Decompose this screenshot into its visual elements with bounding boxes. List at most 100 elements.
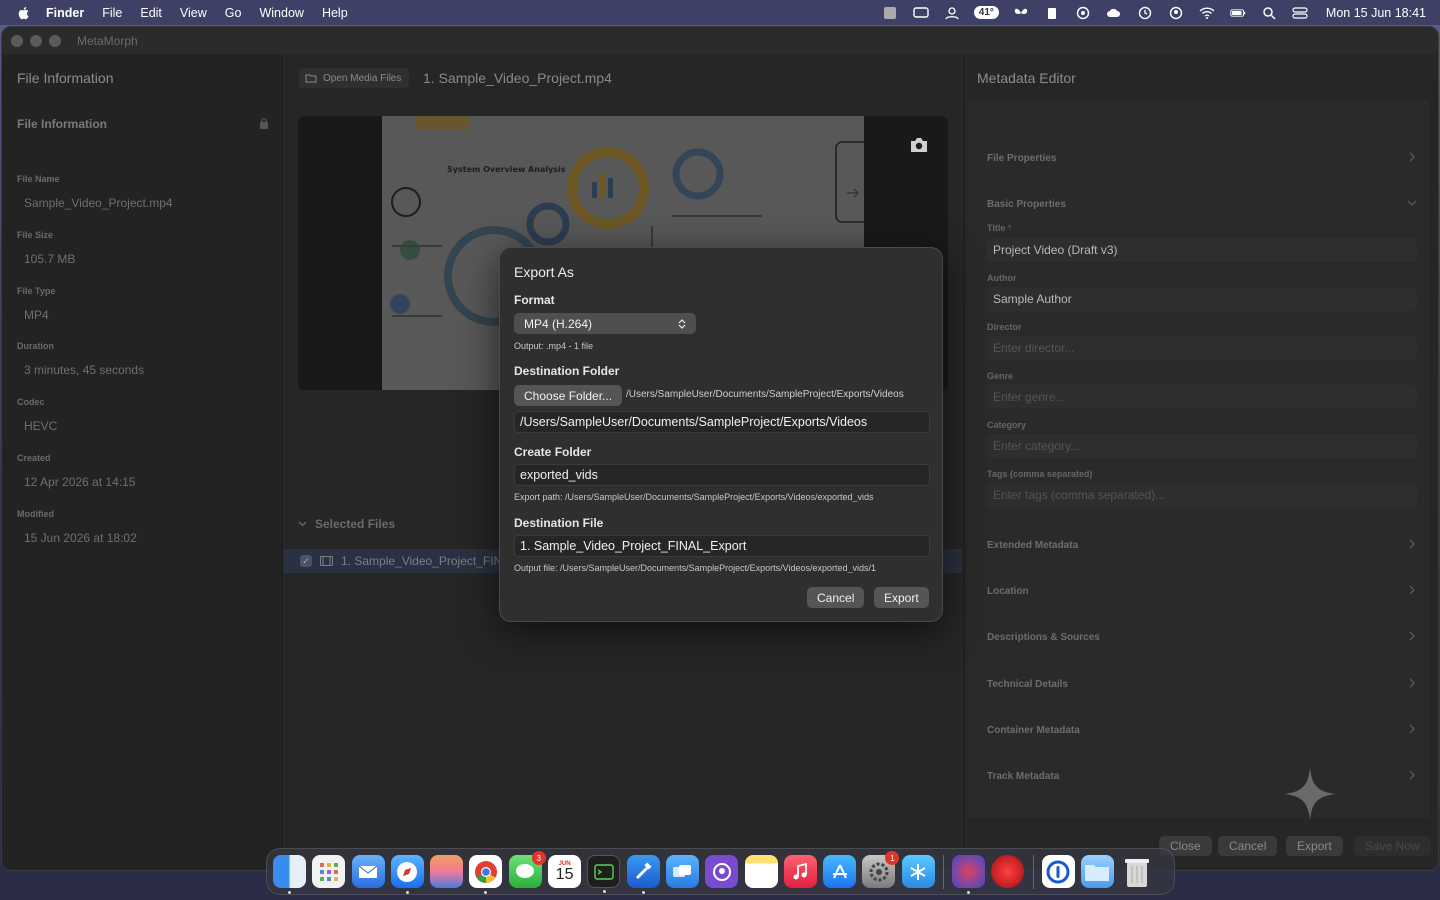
user-switch-icon[interactable] bbox=[943, 6, 961, 20]
cancel-button[interactable]: Cancel bbox=[1218, 836, 1278, 856]
chevron-right-icon bbox=[1409, 539, 1415, 549]
save-now-button[interactable]: Save Now bbox=[1354, 836, 1431, 856]
support-icon[interactable] bbox=[1074, 6, 1092, 20]
section-technical-details[interactable]: Technical Details bbox=[987, 678, 1417, 690]
messages-icon[interactable]: 3 bbox=[508, 851, 546, 888]
dialog-cancel-button[interactable]: Cancel bbox=[807, 587, 865, 608]
chrome-icon[interactable] bbox=[469, 855, 503, 894]
menu-edit[interactable]: Edit bbox=[140, 6, 162, 20]
file-checkbox[interactable]: ✓ bbox=[300, 555, 312, 567]
open-media-button[interactable]: Open Media Files bbox=[299, 68, 410, 88]
battery-icon[interactable] bbox=[1229, 6, 1247, 20]
github-icon[interactable] bbox=[705, 855, 739, 888]
menu-file[interactable]: File bbox=[102, 6, 122, 20]
zoom-window-button[interactable] bbox=[49, 34, 61, 47]
section-label: Basic Properties bbox=[987, 199, 1066, 210]
minimize-window-button[interactable] bbox=[30, 34, 42, 47]
chevron-right-icon bbox=[1409, 770, 1415, 780]
app-store-icon[interactable] bbox=[823, 855, 857, 888]
author-field[interactable]: Sample Author bbox=[987, 287, 1417, 311]
chrome-glyph bbox=[474, 860, 497, 883]
section-file-properties[interactable]: File Properties bbox=[987, 152, 1417, 164]
files-icon[interactable] bbox=[665, 855, 699, 888]
calendar-icon[interactable]: JUN 15 bbox=[548, 855, 582, 888]
testflight-icon[interactable] bbox=[901, 855, 935, 888]
mail-icon[interactable] bbox=[351, 855, 385, 888]
destination-file-field[interactable]: 1. Sample_Video_Project_FINAL_Export bbox=[514, 535, 930, 557]
destination-folder-field[interactable]: /Users/SampleUser/Documents/SampleProjec… bbox=[514, 411, 930, 433]
running-indicator bbox=[603, 890, 607, 893]
menu-view[interactable]: View bbox=[180, 6, 207, 20]
spotlight-icon[interactable] bbox=[1260, 6, 1278, 20]
menu-go[interactable]: Go bbox=[225, 6, 242, 20]
selected-files-header[interactable]: Selected Files bbox=[298, 517, 395, 531]
downloads-folder-icon[interactable] bbox=[1080, 855, 1114, 888]
dialog-export-button[interactable]: Export bbox=[874, 587, 929, 608]
selected-files-label: Selected Files bbox=[315, 517, 396, 531]
finder-icon[interactable] bbox=[273, 855, 306, 894]
trash-icon[interactable] bbox=[1120, 855, 1153, 888]
display-icon[interactable] bbox=[912, 6, 930, 20]
recording-app-icon[interactable] bbox=[991, 855, 1025, 888]
xcode-icon[interactable] bbox=[626, 855, 660, 894]
create-folder-field[interactable]: exported_vids bbox=[514, 464, 930, 486]
speech-bubble-glyph bbox=[516, 863, 535, 878]
apple-icon[interactable] bbox=[16, 5, 32, 21]
system-settings-icon[interactable]: 1 bbox=[862, 851, 900, 888]
trash-glyph bbox=[1124, 858, 1149, 887]
section-track-metadata[interactable]: Track Metadata bbox=[987, 770, 1417, 782]
duration-value: 3 minutes, 45 seconds bbox=[24, 363, 145, 377]
metamorph-icon[interactable] bbox=[952, 855, 986, 894]
window-title: MetaMorph bbox=[77, 33, 138, 48]
clipboard-icon[interactable] bbox=[1043, 6, 1061, 20]
selected-file-name: 1. Sample_Video_Project_FINAL bbox=[341, 554, 517, 568]
tags-field[interactable]: Enter tags (comma separated)... bbox=[987, 483, 1417, 507]
running-indicator bbox=[967, 891, 971, 894]
close-window-button[interactable] bbox=[11, 34, 23, 47]
chevron-down-icon bbox=[1407, 200, 1417, 206]
safari-icon[interactable] bbox=[390, 855, 424, 894]
wifi-icon[interactable] bbox=[1198, 6, 1216, 20]
export-button[interactable]: Export bbox=[1286, 836, 1343, 856]
section-basic-properties[interactable]: Basic Properties bbox=[987, 199, 1417, 210]
menu-clock[interactable]: Mon 15 Jun 18:41 bbox=[1326, 6, 1426, 20]
note-glyph bbox=[793, 862, 808, 879]
format-select[interactable]: MP4 (H.264) bbox=[514, 313, 696, 334]
menu-app-name[interactable]: Finder bbox=[46, 6, 84, 20]
file-size-value: 105.7 MB bbox=[24, 252, 76, 266]
section-location[interactable]: Location bbox=[987, 585, 1417, 597]
launchpad-icon[interactable] bbox=[312, 855, 346, 888]
menu-help[interactable]: Help bbox=[322, 6, 348, 20]
title-field[interactable]: Project Video (Draft v3) bbox=[987, 238, 1417, 262]
music-icon[interactable] bbox=[783, 855, 817, 888]
keyhole-glyph bbox=[1046, 860, 1070, 883]
onepassword-icon[interactable] bbox=[1041, 855, 1075, 888]
account-icon[interactable] bbox=[1167, 6, 1185, 20]
section-container-metadata[interactable]: Container Metadata bbox=[987, 724, 1417, 736]
weather-badge[interactable]: 41° bbox=[973, 6, 999, 19]
choose-folder-button[interactable]: Choose Folder... bbox=[514, 385, 623, 406]
timer-icon[interactable] bbox=[1136, 6, 1154, 20]
photos-wallpaper-icon[interactable] bbox=[430, 855, 464, 888]
gear-glyph bbox=[869, 862, 889, 881]
terminal-icon[interactable] bbox=[587, 855, 621, 893]
dock-separator bbox=[1032, 854, 1034, 889]
status-app-icon[interactable] bbox=[881, 6, 899, 20]
cloud-icon[interactable] bbox=[1105, 6, 1123, 20]
section-extended-metadata[interactable]: Extended Metadata bbox=[987, 539, 1417, 551]
section-label: Extended Metadata bbox=[987, 540, 1079, 551]
director-field[interactable]: Enter director... bbox=[987, 336, 1417, 360]
genre-field[interactable]: Enter genre... bbox=[987, 385, 1417, 409]
menu-window[interactable]: Window bbox=[259, 6, 303, 20]
section-label: Location bbox=[987, 586, 1029, 597]
tags-label: Tags (comma separated) bbox=[987, 469, 1093, 479]
category-field[interactable]: Enter category... bbox=[987, 434, 1417, 458]
control-center-icon[interactable] bbox=[1291, 6, 1309, 20]
section-descriptions-sources[interactable]: Descriptions & Sources bbox=[987, 631, 1417, 643]
codec-value: HEVC bbox=[24, 419, 58, 433]
section-label: File Properties bbox=[987, 153, 1057, 164]
butterfly-icon[interactable] bbox=[1012, 6, 1030, 20]
open-media-label: Open Media Files bbox=[323, 72, 402, 84]
notes-icon[interactable] bbox=[744, 855, 778, 888]
camera-icon[interactable] bbox=[908, 136, 930, 154]
